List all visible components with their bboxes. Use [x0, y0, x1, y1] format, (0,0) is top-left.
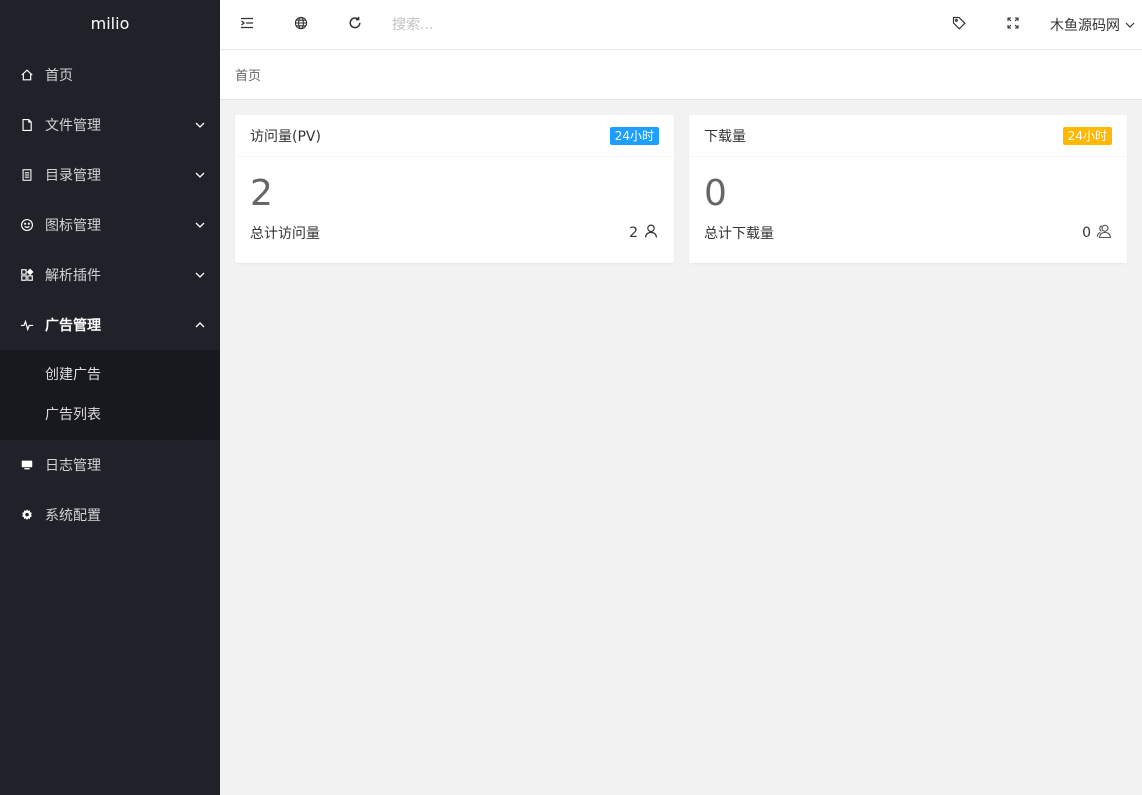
indent-icon: [240, 16, 254, 34]
gear-icon: [20, 508, 34, 522]
card-footer: 总计访问量 2: [250, 223, 659, 243]
theme-button[interactable]: [932, 0, 986, 50]
chevron-up-icon: [194, 319, 206, 331]
chevron-down-icon: [194, 219, 206, 231]
total-label: 总计下载量: [704, 226, 774, 242]
sidebar-item-directory[interactable]: 目录管理: [0, 150, 220, 200]
chevron-down-icon: [194, 269, 206, 281]
period-badge: 24小时: [609, 126, 659, 145]
pulse-icon: [20, 318, 34, 332]
chevron-down-icon: [1124, 19, 1136, 31]
period-badge: 24小时: [1062, 126, 1112, 145]
card-body: 2 总计访问量 2: [235, 157, 674, 253]
chevron-down-icon: [194, 169, 206, 181]
app-logo[interactable]: milio: [0, 0, 220, 50]
top-header: 木鱼源码网: [220, 0, 1142, 50]
breadcrumb-home[interactable]: 首页: [235, 65, 261, 84]
sidebar-item-label: 日志管理: [45, 458, 101, 474]
card-footer: 总计下载量 0: [704, 223, 1112, 243]
total-label: 总计访问量: [250, 226, 320, 242]
submenu-item-ad-list[interactable]: 广告列表: [0, 395, 220, 435]
fullscreen-button[interactable]: [986, 0, 1040, 50]
pv-value: 2: [250, 173, 273, 214]
sidebar-item-label: 图标管理: [45, 218, 101, 234]
chevron-down-icon: [194, 119, 206, 131]
sidebar-item-label: 广告管理: [45, 318, 101, 334]
sidebar-item-label: 首页: [45, 68, 73, 84]
fullscreen-icon: [1006, 16, 1020, 34]
users-icon: [1091, 223, 1112, 243]
sidebar-item-label: 解析插件: [45, 268, 101, 284]
total-value-wrap: 0: [1082, 223, 1112, 243]
total-value: 0: [1082, 225, 1091, 241]
sidebar-item-icons[interactable]: 图标管理: [0, 200, 220, 250]
sidebar-item-plugins[interactable]: 解析插件: [0, 250, 220, 300]
card-body: 0 总计下载量 0: [689, 157, 1127, 253]
search-input[interactable]: [392, 9, 592, 40]
user-name: 木鱼源码网: [1050, 17, 1120, 34]
user-icon: [638, 223, 659, 243]
sidebar-item-label: 系统配置: [45, 508, 101, 524]
sidebar-item-label: 文件管理: [45, 118, 101, 134]
directory-icon: [20, 168, 34, 182]
file-icon: [20, 118, 34, 132]
sidebar-item-ads[interactable]: 广告管理: [0, 300, 220, 350]
sidebar-item-label: 目录管理: [45, 168, 101, 184]
sidebar-item-logs[interactable]: 日志管理: [0, 440, 220, 490]
total-value: 2: [629, 225, 638, 241]
sidebar-item-home[interactable]: 首页: [0, 50, 220, 100]
plugin-icon: [20, 268, 34, 282]
download-value: 0: [704, 173, 727, 214]
tag-icon: [952, 16, 966, 34]
toggle-sidebar-button[interactable]: [220, 0, 274, 50]
total-value-wrap: 2: [629, 223, 659, 243]
ads-submenu: 创建广告 广告列表: [0, 350, 220, 440]
monitor-icon: [20, 458, 34, 472]
download-card: 下载量 24小时 0 总计下载量 0: [689, 115, 1127, 263]
submenu-item-create-ad[interactable]: 创建广告: [0, 355, 220, 395]
user-menu[interactable]: 木鱼源码网: [1040, 0, 1142, 50]
home-icon: [20, 68, 34, 82]
smile-icon: [20, 218, 34, 232]
sidebar-item-files[interactable]: 文件管理: [0, 100, 220, 150]
sidebar-item-settings[interactable]: 系统配置: [0, 490, 220, 540]
pv-card: 访问量(PV) 24小时 2 总计访问量 2: [235, 115, 674, 263]
card-title: 下载量: [704, 128, 746, 145]
breadcrumb: 首页: [220, 50, 1142, 100]
website-button[interactable]: [274, 0, 328, 50]
card-header: 下载量 24小时: [689, 115, 1127, 157]
card-header: 访问量(PV) 24小时: [235, 115, 674, 157]
refresh-icon: [348, 16, 362, 34]
globe-icon: [294, 16, 308, 34]
refresh-button[interactable]: [328, 0, 382, 50]
card-title: 访问量(PV): [250, 128, 321, 145]
sidebar: milio 首页 文件管理 目录管理 图标管理 解析插件 广告管理 创建广告 广…: [0, 0, 220, 795]
